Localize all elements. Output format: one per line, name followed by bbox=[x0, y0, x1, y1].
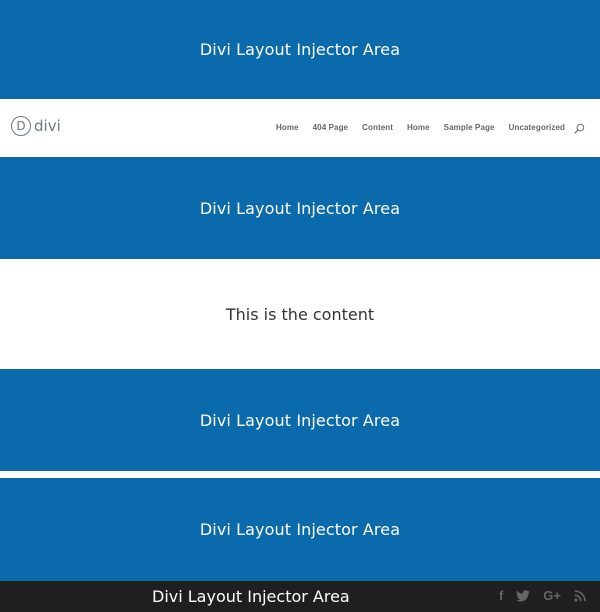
nav-item-404-page[interactable]: 404 Page bbox=[313, 123, 349, 132]
footer-injector-area-label: Divi Layout Injector Area bbox=[152, 587, 350, 606]
main-nav: Home 404 Page Content Home Sample Page U… bbox=[276, 123, 565, 132]
divi-logo-icon: D bbox=[11, 116, 31, 136]
injector-area-label: Divi Layout Injector Area bbox=[199, 410, 401, 430]
nav-item-content[interactable]: Content bbox=[362, 123, 393, 132]
content-text: This is the content bbox=[225, 304, 375, 324]
layout-injector-area-below-header: Divi Layout Injector Area bbox=[0, 157, 600, 259]
rss-icon[interactable] bbox=[574, 590, 586, 602]
main-content: This is the content bbox=[0, 259, 600, 369]
layout-injector-area-after-content: Divi Layout Injector Area bbox=[0, 369, 600, 471]
page: Divi Layout Injector Area D divi Home 40… bbox=[0, 0, 600, 612]
twitter-icon[interactable] bbox=[516, 590, 531, 602]
search-icon[interactable] bbox=[574, 123, 585, 134]
section-divider bbox=[0, 471, 600, 478]
nav-item-home[interactable]: Home bbox=[276, 123, 299, 132]
injector-area-label: Divi Layout Injector Area bbox=[199, 40, 401, 59]
nav-item-sample-page[interactable]: Sample Page bbox=[444, 123, 495, 132]
social-icons: f G+ bbox=[499, 589, 586, 603]
layout-injector-area-before-footer: Divi Layout Injector Area bbox=[0, 478, 600, 581]
site-footer: Divi Layout Injector Area f G+ bbox=[0, 581, 600, 612]
google-plus-icon[interactable]: G+ bbox=[543, 589, 561, 603]
nav-item-home-2[interactable]: Home bbox=[407, 123, 430, 132]
nav-item-uncategorized[interactable]: Uncategorized bbox=[509, 123, 565, 132]
injector-area-label: Divi Layout Injector Area bbox=[199, 198, 401, 218]
injector-area-label: Divi Layout Injector Area bbox=[199, 520, 401, 539]
site-header: D divi Home 404 Page Content Home Sample… bbox=[0, 99, 600, 157]
facebook-icon[interactable]: f bbox=[499, 589, 503, 603]
logo-text: divi bbox=[34, 117, 61, 135]
layout-injector-area-top: Divi Layout Injector Area bbox=[0, 0, 600, 99]
site-logo[interactable]: D divi bbox=[11, 116, 61, 136]
